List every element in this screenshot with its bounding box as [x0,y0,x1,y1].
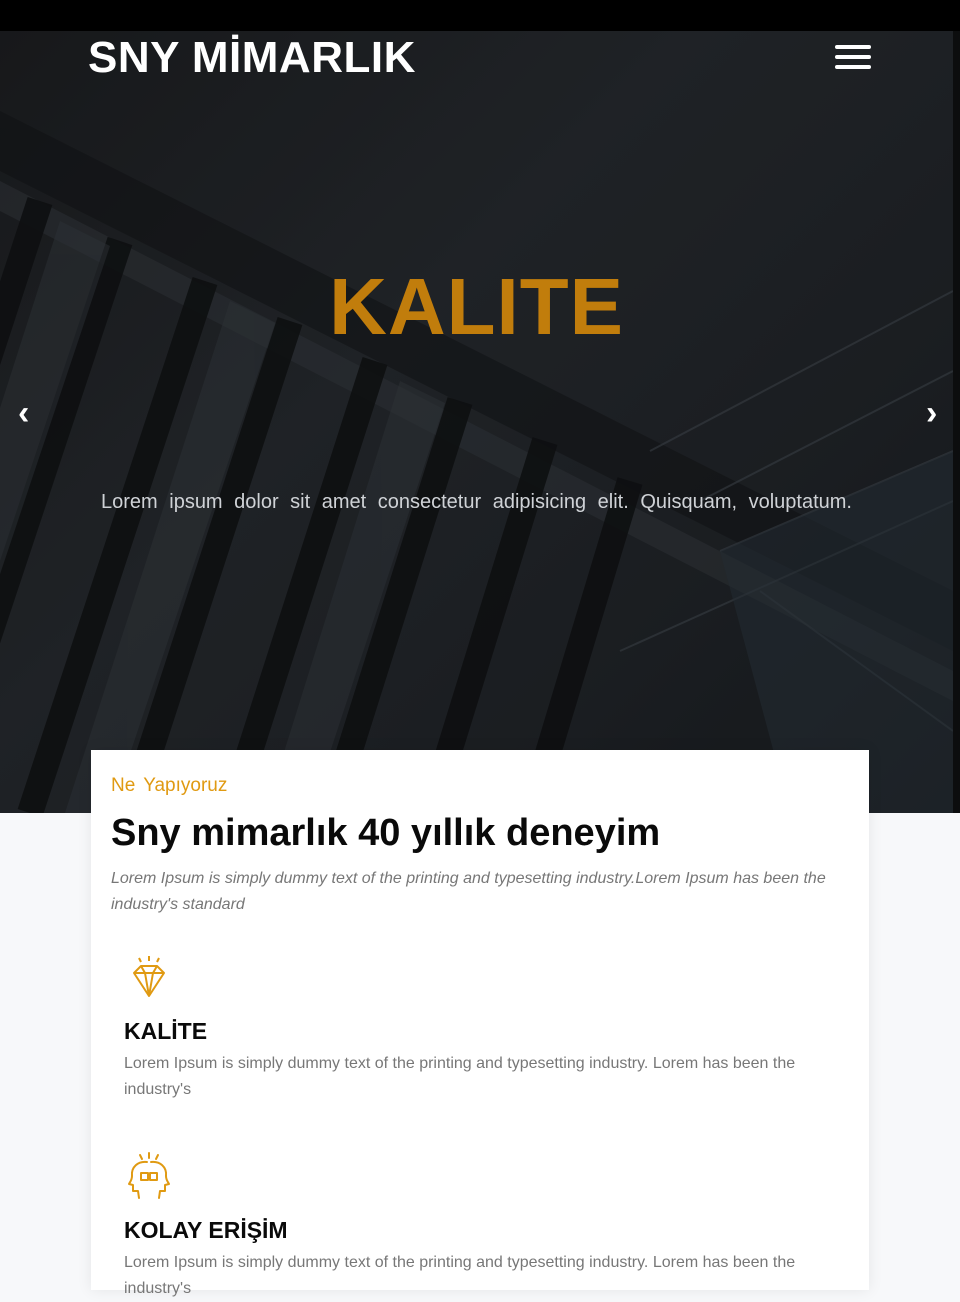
hero-background-image [0,31,953,813]
about-card: Ne Yapıyoruz Sny mimarlık 40 yıllık dene… [91,750,869,1297]
feature-title-kalite: KALİTE [124,1018,208,1044]
feature-title-kolay-erisim: KOLAY ERİŞİM [124,1217,288,1243]
feature-text-kolay-erisim: Lorem Ipsum is simply dummy text of the … [124,1254,796,1297]
hero-slider: SNY MİMARLIK KALITE Lorem ipsum dolor si… [0,31,953,813]
diamond-icon [133,956,165,997]
section-title: Sny mimarlık 40 yıllık deneyim [111,812,661,854]
hero-subtitle: Lorem ipsum dolor sit amet consectetur a… [101,491,852,513]
section-eyebrow: Ne Yapıyoruz [111,775,228,796]
hero-title: KALITE [329,262,624,351]
feature-text-kalite: Lorem Ipsum is simply dummy text of the … [124,1055,796,1098]
top-bar [0,0,960,31]
brand-logo[interactable]: SNY MİMARLIK [88,33,416,83]
heads-puzzle-icon [128,1152,170,1199]
hero-edge [953,31,960,813]
slider-prev-arrow-icon[interactable]: ‹ [18,393,29,433]
hamburger-menu-icon[interactable] [832,39,874,75]
slider-next-arrow-icon[interactable]: › [926,393,937,433]
section-description: Lorem Ipsum is simply dummy text of the … [111,870,826,913]
